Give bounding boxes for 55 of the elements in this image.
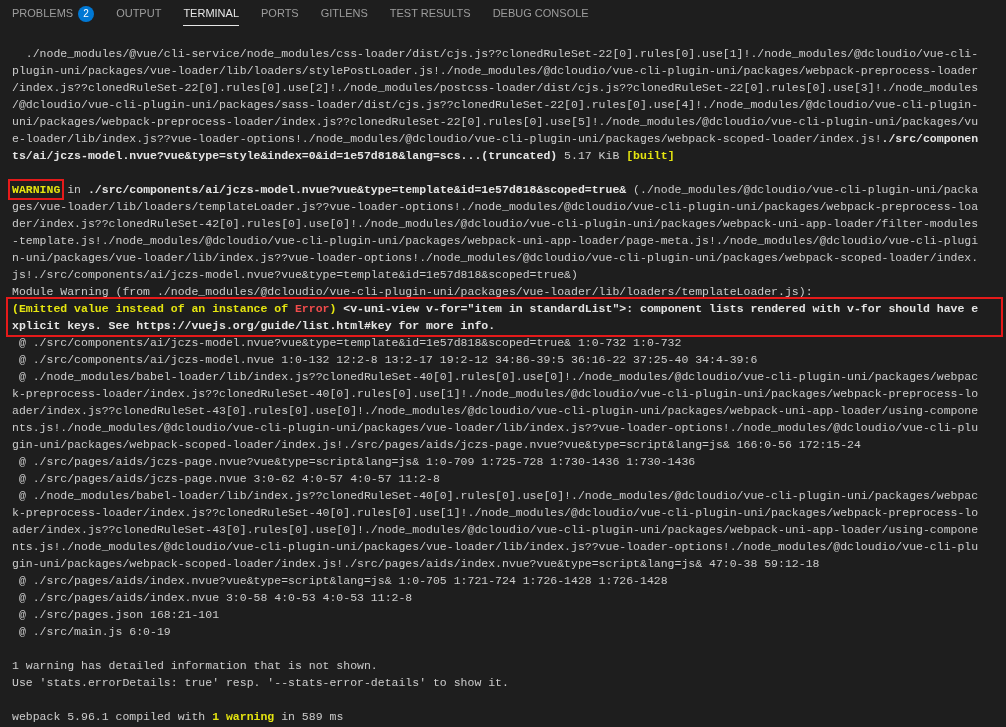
terminal-text: ) — [329, 302, 337, 315]
terminal-text: @ ./node_modules/babel-loader/lib/index.js??clonedRuleSet-40[0].rules[0].use[0]!./node_modules/@dcloudio/vue-cli-plugin-uni/packages/webpac — [17, 489, 979, 502]
terminal-text: ader/index.js??clonedRuleSet-43[0].rules[0].use[0]!./node_modules/@dcloudio/vue-cli-plugin-uni/packages/webpack-uni-app-loader/using-compone — [12, 404, 979, 417]
terminal-text: @ ./src/pages/aids/jczs-page.nvue?vue&type=script&lang=js& 1:0-709 1:725-728 1:730-1436 1:730-1436 — [17, 455, 696, 468]
panel-tab[interactable]: PORTS — [261, 2, 299, 26]
terminal-text: k-preprocess-loader/index.js??clonedRuleSet-40[0].rules[0].use[1]!./node_modules/@dcloudio/vue-cli-plugin-uni/packages/webpack-preprocess-lo — [12, 506, 979, 519]
terminal-text: @ ./src/pages/aids/jczs-page.nvue 3:0-62 4:0-57 4:0-57 11:2-8 — [17, 472, 440, 485]
terminal-text: in 589 ms — [280, 710, 344, 723]
terminal-text: der/index.js??clonedRuleSet-42[0].rules[0].use[0]!./node_modules/@dcloudio/vue-cli-plugin-uni/packages/webpack-uni-app-loader/filter-modules — [12, 217, 979, 230]
terminal-text: @ ./src/pages/aids/index.nvue?vue&type=script&lang=js& 1:0-705 1:721-724 1:726-1428 1:726-1428 — [17, 574, 668, 587]
terminal-text: (./node_modules/@dcloudio/vue-cli-plugin-uni/packa — [632, 183, 979, 196]
terminal-text: @ ./src/main.js 6:0-19 — [17, 625, 171, 638]
terminal-text: <v-uni-view v-for="item in standardList">: component lists rendered with v-for should have e — [342, 302, 979, 315]
panel-tab[interactable]: TEST RESULTS — [389, 2, 471, 26]
terminal-text: 5.17 KiB — [563, 149, 621, 162]
terminal-text: n-uni/packages/vue-loader/lib/index.js??vue-loader-options!./node_modules/@dcloudio/vue-cli-plugin-uni/packages/webpack-scoped-loader/index. — [12, 251, 979, 264]
terminal-text: [built] — [626, 149, 675, 162]
terminal-text: 1 warning — [212, 710, 275, 723]
terminal-text: @ ./src/pages.json 168:21-101 — [17, 608, 220, 621]
panel-tab[interactable]: DEBUG CONSOLE — [492, 2, 589, 26]
terminal-text: nts.js!./node_modules/@dcloudio/vue-cli-plugin-uni/packages/vue-loader/lib/index.js??vue-loader-options!./node_modules/@dcloudio/vue-cli-plu — [12, 540, 979, 553]
terminal-text: ./node_modules/@vue/cli-service/node_modules/css-loader/dist/cjs.js??clonedRuleSet-22[0].rules[0].use[1]!./node_modules/@dcloudio/vue-cli- — [24, 47, 979, 60]
terminal-text: @ ./src/components/ai/jczs-model.nvue?vue&type=template&id=1e57d818&scoped=true& 1:0-732 1:0-732 — [17, 336, 682, 349]
terminal-text: /index.js??clonedRuleSet-22[0].rules[0].use[2]!./node_modules/postcss-loader/dist/cjs.js??clonedRuleSet-22[0].rules[0].use[3]!./node_modules — [12, 81, 979, 94]
terminal-text: gin-uni/packages/webpack-scoped-loader/index.js!./src/pages/aids/jczs-page.nvue?vue&type=script&lang=js& 166:0-56 172:15-24 — [12, 438, 861, 451]
panel-tab[interactable]: PROBLEMS 2 — [12, 2, 95, 26]
terminal-text: plugin-uni/packages/vue-loader/lib/loaders/stylePostLoader.js!./node_modules/@dcloudio/vue-cli-plugin-uni/packages/webpack-preprocess-loader — [12, 64, 979, 77]
terminal-text: ./src/components/ai/jczs-model.nvue?vue&type=template&id=1e57d818&scoped=true& — [87, 183, 627, 196]
terminal-text: ./src/componen — [881, 132, 979, 145]
terminal-text: in — [66, 183, 83, 196]
terminal-text: @ ./src/pages/aids/index.nvue 3:0-58 4:0-53 4:0-53 11:2-8 — [17, 591, 413, 604]
terminal-text: uni/packages/webpack-preprocess-loader/index.js??clonedRuleSet-22[0].rules[0].use[5]!./node_modules/@dcloudio/vue-cli-plugin-uni/packages/vu — [12, 115, 979, 128]
terminal-text: -template.js!./node_modules/@dcloudio/vue-cli-plugin-uni/packages/webpack-uni-app-loader/page-meta.js!./node_modules/@dcloudio/vue-cli-plugi — [12, 234, 979, 247]
terminal-text: (Emitted value instead of an instance of — [12, 302, 290, 315]
terminal-text: Use 'stats.errorDetails: true' resp. '--stats-error-details' to show it. — [12, 676, 509, 689]
terminal-text: /@dcloudio/vue-cli-plugin-uni/packages/sass-loader/dist/cjs.js??clonedRuleSet-22[0].rules[0].use[4]!./node_modules/@dcloudio/vue-cli-plugin- — [12, 98, 979, 111]
terminal-text: @ ./node_modules/babel-loader/lib/index.js??clonedRuleSet-40[0].rules[0].use[0]!./node_modules/@dcloudio/vue-cli-plugin-uni/packages/webpac — [17, 370, 979, 383]
terminal-text: ges/vue-loader/lib/loaders/templateLoader.js??vue-loader-options!./node_modules/@dcloudio/vue-cli-plugin-uni/packages/webpack-preprocess-loa — [12, 200, 979, 213]
terminal-text: k-preprocess-loader/index.js??clonedRuleSet-40[0].rules[0].use[1]!./node_modules/@dcloudio/vue-cli-plugin-uni/packages/webpack-preprocess-lo — [12, 387, 979, 400]
terminal-text: gin-uni/packages/webpack-scoped-loader/index.js!./src/pages/aids/index.nvue?vue&type=script&lang=js& 47:0-38 59:12-18 — [12, 557, 820, 570]
terminal-text: ader/index.js??clonedRuleSet-43[0].rules[0].use[0]!./node_modules/@dcloudio/vue-cli-plugin-uni/packages/webpack-uni-app-loader/using-compone — [12, 523, 979, 536]
terminal-text: xplicit keys. See https://vuejs.org/guide/list.html#key for more info. — [12, 319, 496, 332]
terminal-text: e-loader/lib/index.js??vue-loader-options!./node_modules/@dcloudio/vue-cli-plugin-uni/packages/webpack-scoped-loader/index.js! — [12, 132, 882, 145]
terminal-text: ts/ai/jczs-model.nvue?vue&type=style&index=0&id=1e57d818&lang=scs...(truncated) — [12, 149, 558, 162]
terminal-text: webpack 5.96.1 compiled with — [12, 710, 207, 723]
terminal-text: Error — [294, 302, 330, 315]
panel-tab[interactable]: GITLENS — [320, 2, 368, 26]
count-badge: 2 — [78, 5, 95, 22]
terminal-text: Module Warning (from ./node_modules/@dcloudio/vue-cli-plugin-uni/packages/vue-loader/lib/loaders/templateLoader.js): — [12, 285, 813, 298]
terminal-text: nts.js!./node_modules/@dcloudio/vue-cli-plugin-uni/packages/vue-loader/lib/index.js??vue-loader-options!./node_modules/@dcloudio/vue-cli-plu — [12, 421, 979, 434]
terminal-text: 1 warning has detailed information that is not shown. — [12, 659, 378, 672]
panel-tab[interactable]: OUTPUT — [116, 2, 162, 26]
terminal-text: js!./src/components/ai/jczs-model.nvue?vue&type=template&id=1e57d818&scoped=true&) — [12, 268, 578, 281]
panel-tab[interactable]: TERMINAL — [183, 2, 239, 26]
terminal-text: @ ./src/components/ai/jczs-model.nvue 1:0-132 12:2-8 13:2-17 19:2-12 34:86-39:5 36:16-22 37:25-40 34:4-39:6 — [17, 353, 758, 366]
